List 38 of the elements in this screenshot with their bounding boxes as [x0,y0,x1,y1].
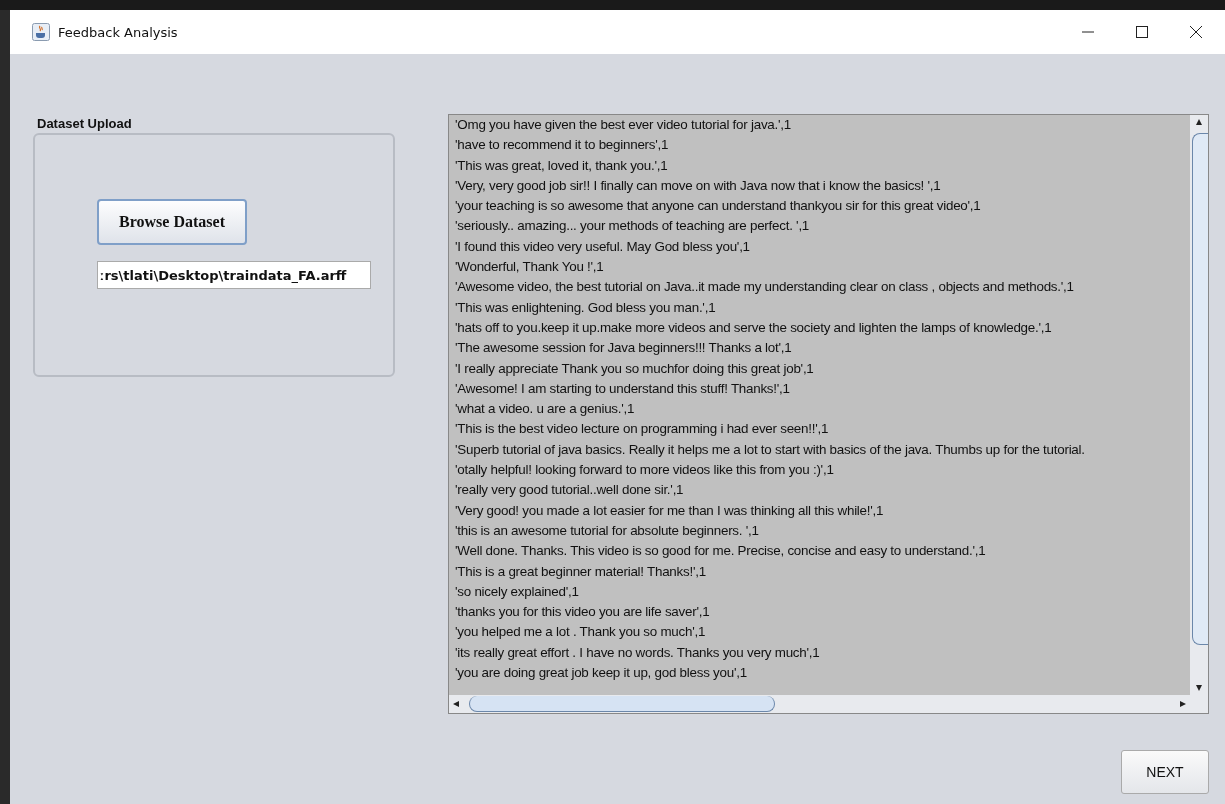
java-cup-icon [32,23,50,41]
text-line: 'This is a great beginner material! Thanks!',1 [455,562,707,581]
text-line: 'otally helpful! looking forward to more videos like this from you :)',1 [455,461,835,480]
window-title: Feedback Analysis [58,24,178,40]
text-line: 'Awesome video, the best tutorial on Java..it made my understanding clear on class , objects and methods.',1 [455,278,1075,297]
text-line: 'Awesome! I am starting to understand this stuff! Thanks!',1 [455,379,791,398]
text-line: 'you helped me a lot . Thank you so much',1 [455,623,707,642]
text-line: 'Wonderful, Thank You !',1 [455,258,605,277]
text-line: 'seriously.. amazing... your methods of teaching are perfect. ',1 [455,217,811,236]
text-line: 'so nicely explained',1 [455,582,580,601]
text-line: 'Omg you have given the best ever video tutorial for java.',1 [455,116,792,134]
text-line: 'this is an awesome tutorial for absolute beginners. ',1 [455,521,760,540]
text-line: 'your teaching is so awesome that anyone can understand thankyou sir for this great video',1 [455,197,982,216]
text-line: 'This is the best video lecture on programming i had ever seen!!',1 [455,420,830,439]
text-line: 'thanks you for this video you are life saver',1 [455,603,711,622]
vertical-scrollbar[interactable] [1190,115,1208,695]
close-icon[interactable] [1189,25,1203,39]
text-line: 'its really great effort . I have no words. Thanks you very much',1 [455,643,821,662]
text-line: 'I found this video very useful. May God bless you',1 [455,237,751,256]
text-line: 'Very, very good job sir!! I finally can move on with Java now that i know the basics! ',1 [455,176,942,195]
text-line: 'have to recommend it to beginners',1 [455,136,670,155]
text-line: 'Well done. Thanks. This video is so good for me. Precise, concise and easy to understand.',1 [455,542,987,561]
next-button[interactable]: NEXT [1121,750,1209,794]
text-line: 'I really appreciate Thank you so muchfor doing this great job',1 [455,359,815,378]
text-line: 'Superb tutorial of java basics. Really it helps me a lot to start with basics of the java. Thumbs up for the tutorial. [455,440,1086,459]
maximize-icon[interactable] [1135,25,1149,39]
text-line: 'Very good! you made a lot easier for me than I was thinking all this while!',1 [455,501,885,520]
browse-dataset-button[interactable]: Browse Dataset [97,199,247,245]
text-line: 'The awesome session for Java beginners!!! Thanks a lot',1 [455,339,793,358]
group-title: Dataset Upload [37,116,133,131]
text-line: 'hats off to you.keep it up.make more videos and serve the society and lighten the lamps of knowledge.',1 [455,318,1053,337]
text-line: 'really very good tutorial..well done sir.',1 [455,481,685,500]
text-line: 'This was enlightening. God bless you man.',1 [455,298,717,317]
text-line: 'you are doing great job keep it up, god bless you',1 [455,664,748,682]
path-field[interactable]: ːrs\tlati\Desktop\traindata_FA.arff [97,261,371,289]
horizontal-scrollbar[interactable] [449,695,1208,713]
text-line: 'what a video. u are a genius.',1 [455,400,636,419]
text-line: 'This was great, loved it, thank you.',1 [455,156,669,175]
